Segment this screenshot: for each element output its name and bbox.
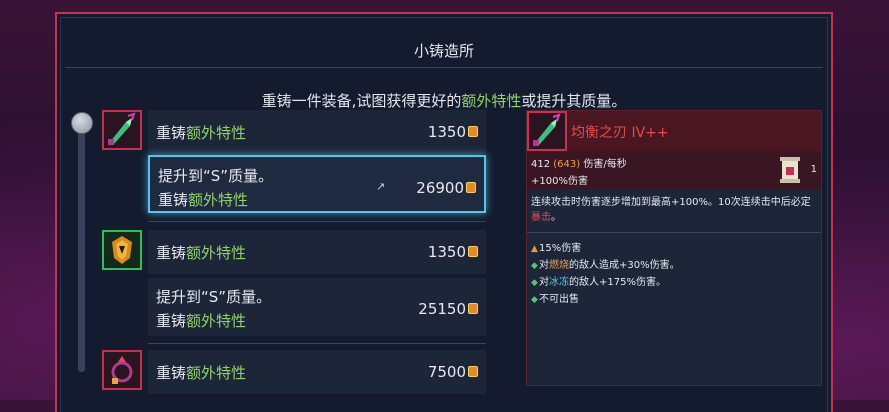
up-arrow-icon: ▲ bbox=[531, 244, 538, 254]
item-stats: 412 (643) 伤害/每秒 +100%伤害 1 bbox=[527, 151, 821, 189]
gold-coin-icon bbox=[466, 182, 476, 193]
dialog-subtitle: 重铸一件装备,试图获得更好的额外特性或提升其质量。 bbox=[261, 92, 627, 110]
dialog-title: 小铸造所 bbox=[413, 42, 474, 60]
item-name: 均衡之刃 IV++ bbox=[571, 125, 669, 141]
reforge-affix-option[interactable]: 重铸额外特性 7500 bbox=[148, 350, 486, 394]
affix-line: ◆对冰冻的敌人+175%伤害。 bbox=[531, 277, 666, 288]
detail-divider bbox=[527, 232, 821, 233]
upgrade-quality-option[interactable]: 提升到“S”质量。 重铸额外特性 26900 bbox=[148, 155, 486, 213]
affix-line: ◆对燃烧的敌人造成+30%伤害。 bbox=[531, 260, 680, 271]
gold-coin-icon bbox=[468, 126, 478, 137]
price: 26900 bbox=[416, 179, 464, 197]
item-slot-blade-icon[interactable] bbox=[102, 110, 142, 150]
gold-coin-icon bbox=[468, 246, 478, 257]
blade-icon bbox=[527, 111, 567, 151]
mouse-cursor-icon: ↗ bbox=[376, 180, 386, 193]
list-scrollbar[interactable] bbox=[78, 120, 85, 372]
diamond-icon: ◆ bbox=[531, 261, 538, 271]
reforge-affix-option[interactable]: 重铸额外特性 1350 bbox=[148, 230, 486, 274]
title-divider bbox=[65, 67, 823, 68]
gold-coin-icon bbox=[468, 366, 478, 377]
item-slot-amulet-icon[interactable] bbox=[102, 230, 142, 270]
diamond-icon: ◆ bbox=[531, 278, 538, 288]
affix-line: ▲15%伤害 bbox=[531, 243, 582, 254]
price: 1350 bbox=[427, 123, 466, 141]
diamond-icon: ◆ bbox=[531, 295, 538, 305]
reforge-affix-option[interactable]: 重铸额外特性 1350 bbox=[148, 110, 486, 154]
scrollbar-thumb[interactable] bbox=[71, 112, 93, 134]
item-description: 连续攻击时伤害逐步增加到最高+100%。10次连续击中后必定暴击。 bbox=[531, 197, 811, 223]
item-divider bbox=[148, 221, 486, 222]
gold-coin-icon bbox=[468, 303, 478, 314]
affix-line: ◆不可出售 bbox=[531, 294, 579, 305]
item-detail-panel: 均衡之刃 IV++ 412 (643) 伤害/每秒 +100%伤害 1 连续攻击… bbox=[526, 110, 822, 386]
price: 7500 bbox=[427, 363, 466, 381]
price: 25150 bbox=[418, 300, 466, 318]
price: 1350 bbox=[427, 243, 466, 261]
upgrade-quality-option[interactable]: 提升到“S”质量。 重铸额外特性 25150 bbox=[148, 278, 486, 336]
item-slot-chain-icon[interactable] bbox=[102, 350, 142, 390]
scroll-icon bbox=[780, 157, 800, 183]
item-divider bbox=[148, 343, 486, 344]
